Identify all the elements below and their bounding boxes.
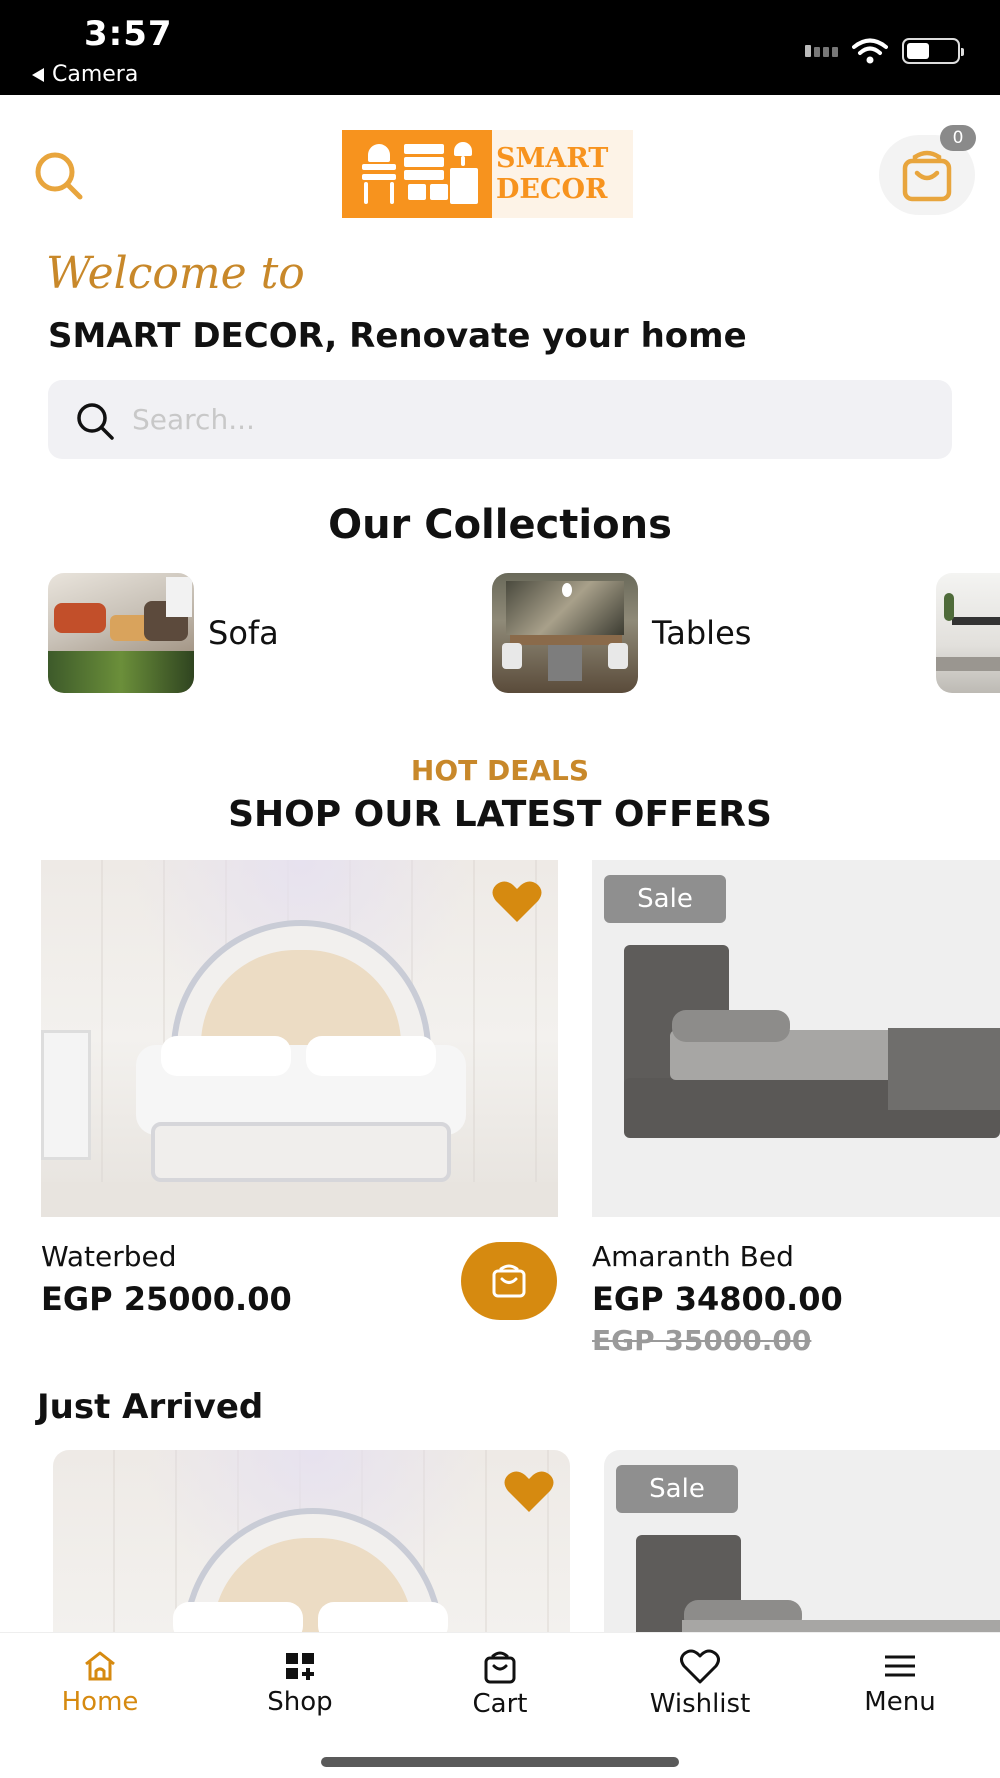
app-header: SMART DECOR 0: [0, 95, 1000, 245]
back-triangle-icon: [32, 67, 44, 82]
search-icon: [77, 403, 114, 440]
product-card-amaranth-bed[interactable]: Sale Amaranth Bed EGP 34800.00 EGP 35000…: [592, 860, 1000, 1357]
product-price: EGP 25000.00: [41, 1280, 292, 1318]
product-price: EGP 34800.00: [592, 1280, 843, 1318]
nav-menu[interactable]: Menu: [800, 1649, 1000, 1717]
hot-deals-eyebrow: HOT DEALS: [410, 754, 590, 787]
shopping-bag-icon: [492, 1264, 526, 1298]
collection-item-tables[interactable]: Tables: [492, 573, 751, 693]
sofa-thumbnail: [48, 573, 194, 693]
product-old-price: EGP 35000.00: [592, 1324, 812, 1357]
welcome-script-text: Welcome to: [46, 248, 305, 299]
just-arrived-title: Just Arrived: [37, 1387, 264, 1427]
tables-thumbnail: [492, 573, 638, 693]
signal-icon: [805, 45, 838, 57]
product-name: Waterbed: [41, 1240, 177, 1273]
search-bar: [48, 380, 952, 459]
wishlist-heart-icon[interactable]: [491, 880, 543, 924]
brand-logo[interactable]: SMART DECOR: [342, 130, 633, 218]
collection-thumbnail: [936, 573, 1000, 693]
hamburger-icon: [885, 1655, 915, 1677]
product-image[interactable]: [53, 1450, 570, 1632]
nav-home[interactable]: Home: [0, 1649, 200, 1717]
bottom-nav: Home Shop Cart Wishlist Menu: [0, 1632, 1000, 1778]
wifi-icon: [852, 38, 888, 64]
nav-shop[interactable]: Shop: [200, 1649, 400, 1717]
heart-icon: [680, 1649, 720, 1684]
product-card-waterbed[interactable]: Waterbed EGP 25000.00: [41, 860, 558, 1320]
logo-text-decor: DECOR: [496, 174, 608, 205]
welcome-headline: SMART DECOR, Renovate your home: [48, 316, 747, 356]
sale-badge: Sale: [616, 1465, 738, 1513]
sale-badge: Sale: [604, 875, 726, 923]
nav-label: Shop: [267, 1687, 333, 1717]
bag-icon: [484, 1651, 516, 1684]
battery-icon: [902, 38, 964, 64]
back-label: Camera: [52, 62, 139, 87]
status-bar: 3:57 Camera: [0, 0, 1000, 95]
grid-plus-icon: [286, 1653, 314, 1680]
search-input[interactable]: [132, 394, 912, 444]
nav-label: Menu: [864, 1687, 936, 1717]
shopping-bag-icon: [902, 150, 952, 202]
collection-item-sofa[interactable]: Sofa: [48, 573, 279, 693]
product-image[interactable]: [41, 860, 558, 1217]
cart-count-badge: 0: [940, 125, 976, 151]
nav-cart[interactable]: Cart: [400, 1649, 600, 1719]
collections-title: Our Collections: [328, 502, 672, 548]
home-icon: [85, 1651, 115, 1681]
furniture-logo-icon: [342, 130, 492, 218]
nav-label: Home: [61, 1687, 139, 1717]
collection-item-partial[interactable]: [936, 573, 1000, 693]
nav-label: Wishlist: [649, 1689, 751, 1719]
product-name: Amaranth Bed: [592, 1240, 794, 1273]
nav-label: Cart: [472, 1689, 528, 1719]
latest-offers-title: SHOP OUR LATEST OFFERS: [228, 794, 772, 835]
collection-label: Sofa: [208, 614, 279, 652]
collection-label: Tables: [652, 614, 752, 652]
nav-wishlist[interactable]: Wishlist: [600, 1649, 800, 1719]
product-card-amaranth-bed[interactable]: Sale: [604, 1450, 1000, 1632]
header-search-icon[interactable]: [33, 150, 85, 202]
home-indicator[interactable]: [321, 1757, 679, 1767]
add-to-cart-button[interactable]: [461, 1242, 557, 1320]
logo-text-smart: SMART: [496, 143, 609, 174]
product-card-waterbed[interactable]: [53, 1450, 570, 1632]
status-icons: [805, 38, 964, 64]
wishlist-heart-icon[interactable]: [503, 1470, 555, 1514]
status-time: 3:57: [84, 14, 173, 54]
back-to-camera-link[interactable]: Camera: [32, 62, 138, 87]
